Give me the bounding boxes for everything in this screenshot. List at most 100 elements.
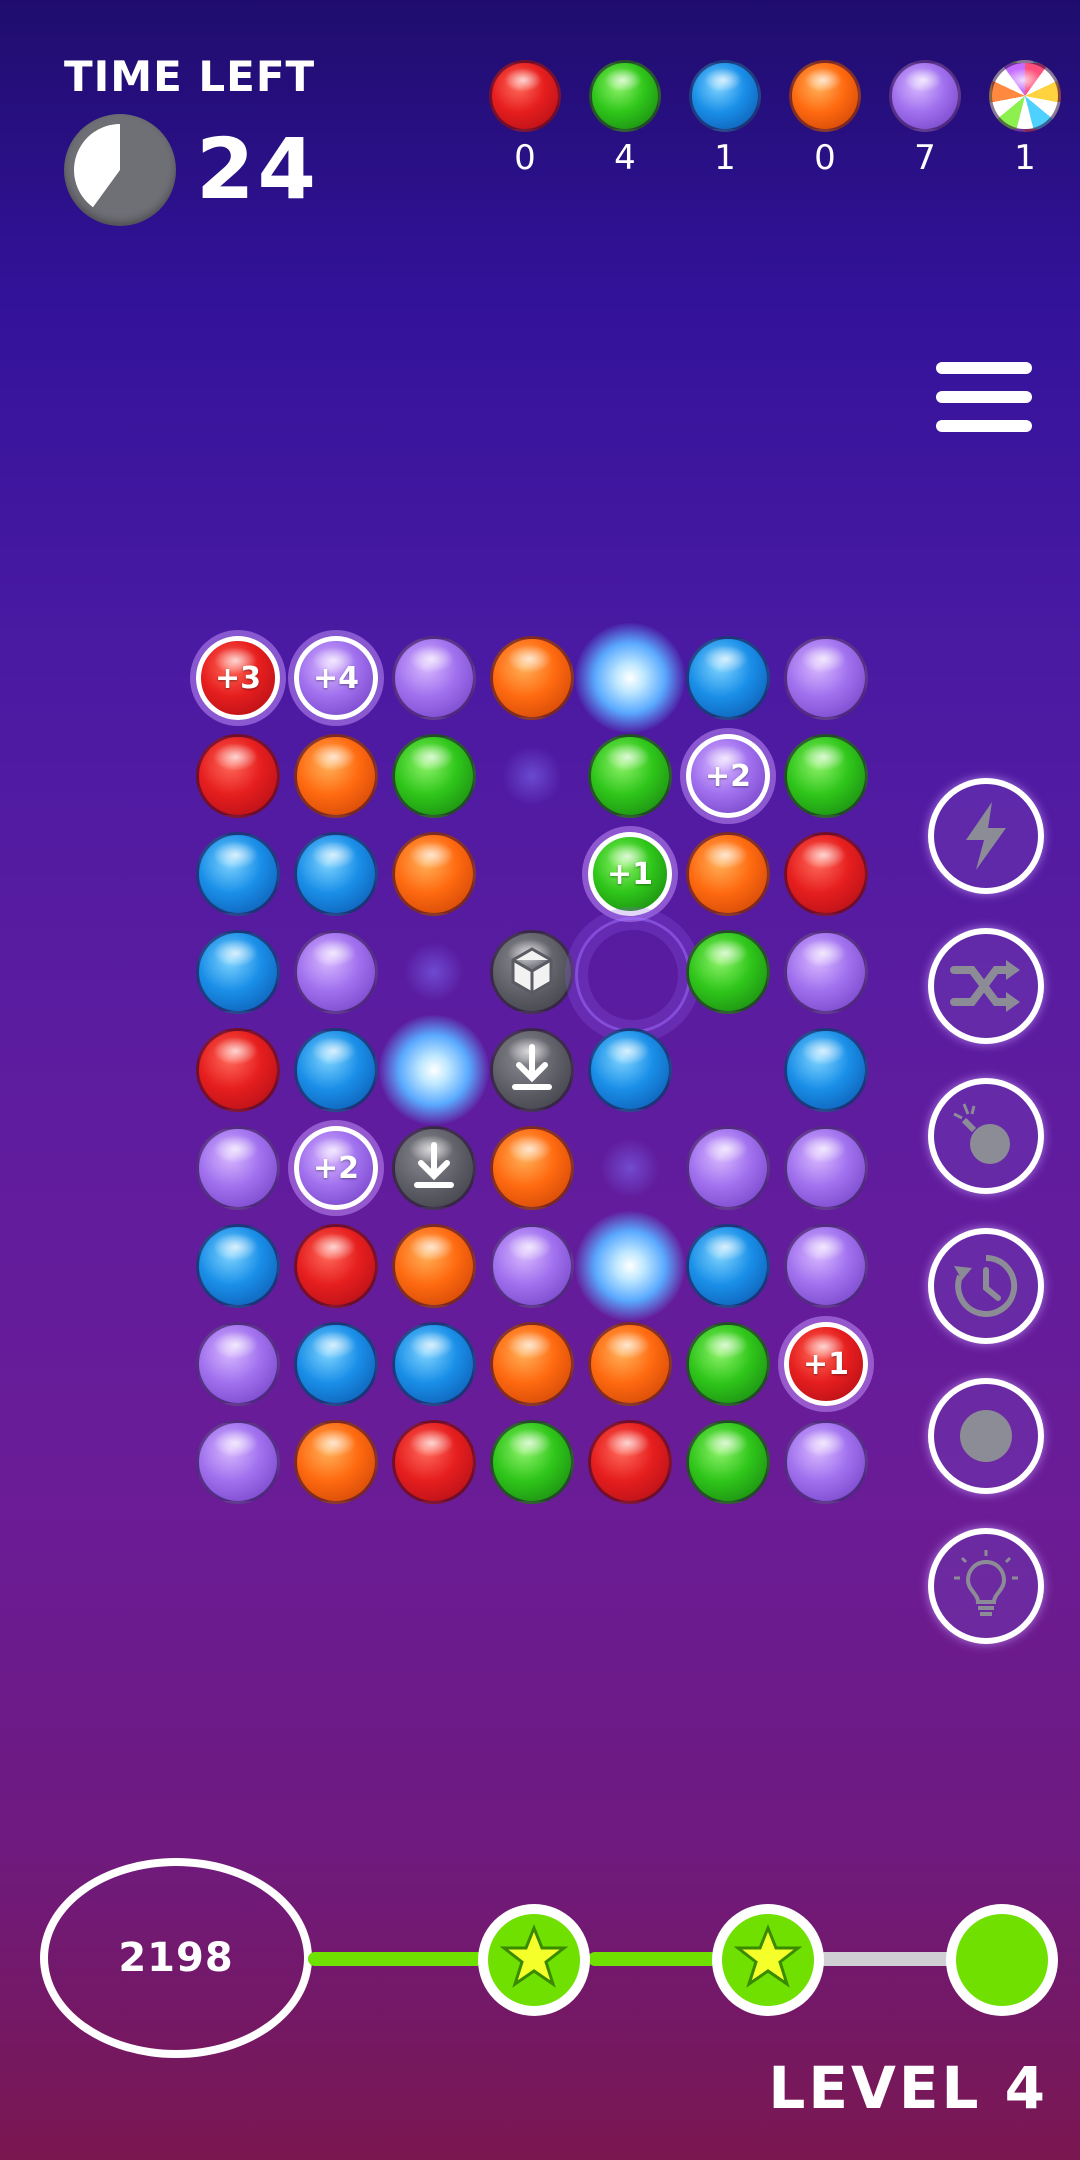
board-cell-orange[interactable] bbox=[490, 636, 574, 720]
board-cell-red[interactable] bbox=[196, 1028, 280, 1112]
board-cell-purple[interactable] bbox=[784, 1224, 868, 1308]
purple-ball bbox=[294, 930, 378, 1014]
powerup-dot[interactable] bbox=[928, 1378, 1044, 1494]
board-cell-sparkle[interactable] bbox=[575, 1211, 685, 1321]
board-cell-purple[interactable]: +2 bbox=[686, 734, 770, 818]
powerup-time[interactable] bbox=[928, 1228, 1044, 1344]
board-cell-green[interactable] bbox=[490, 1420, 574, 1504]
board-cell-blue[interactable] bbox=[588, 1028, 672, 1112]
red-ball: +1 bbox=[784, 1322, 868, 1406]
board-cell-red[interactable] bbox=[784, 832, 868, 916]
red-ball bbox=[784, 832, 868, 916]
counter-candy: 1 bbox=[980, 60, 1070, 178]
board-cell-orange[interactable] bbox=[490, 1322, 574, 1406]
hamburger-menu-icon[interactable] bbox=[936, 362, 1032, 434]
board-cell-red[interactable]: +1 bbox=[784, 1322, 868, 1406]
purple-ball-icon bbox=[889, 60, 961, 132]
board-cell-blue[interactable] bbox=[294, 1322, 378, 1406]
collect-counters: 0 4 1 0 7 1 bbox=[480, 60, 1080, 180]
green-ball: +1 bbox=[588, 832, 672, 916]
board-cell-purple[interactable]: +4 bbox=[294, 636, 378, 720]
board-cell-orange[interactable] bbox=[392, 832, 476, 916]
board-cell-orange[interactable] bbox=[294, 734, 378, 818]
board-cell-red[interactable]: +3 bbox=[196, 636, 280, 720]
powerup-shuffle[interactable] bbox=[928, 928, 1044, 1044]
board-cell-purple[interactable] bbox=[196, 1126, 280, 1210]
board-cell-red[interactable] bbox=[392, 1420, 476, 1504]
board-cell-empty[interactable] bbox=[392, 930, 476, 1014]
purple-ball bbox=[784, 1126, 868, 1210]
board-cell-vortex[interactable] bbox=[575, 917, 691, 1033]
board-cell-blue[interactable] bbox=[294, 1028, 378, 1112]
blue-ball bbox=[686, 636, 770, 720]
purple-ball: +2 bbox=[294, 1126, 378, 1210]
board-cell-green[interactable] bbox=[686, 1420, 770, 1504]
blue-ball-icon bbox=[689, 60, 761, 132]
progress-segment-2 bbox=[588, 1952, 718, 1966]
board-cell-orange[interactable] bbox=[686, 832, 770, 916]
orange-ball bbox=[294, 1420, 378, 1504]
red-ball bbox=[294, 1224, 378, 1308]
green-ball bbox=[588, 734, 672, 818]
board-cell-purple[interactable] bbox=[784, 1126, 868, 1210]
counter-orange: 0 bbox=[780, 60, 870, 178]
board-cell-orange[interactable] bbox=[294, 1420, 378, 1504]
board-cell-blue[interactable] bbox=[294, 832, 378, 916]
purple-ball bbox=[392, 636, 476, 720]
purple-ball: +4 bbox=[294, 636, 378, 720]
board-cell-purple[interactable]: +2 bbox=[294, 1126, 378, 1210]
board-cell-green[interactable] bbox=[686, 930, 770, 1014]
board-cell-red[interactable] bbox=[196, 734, 280, 818]
powerup-lightning[interactable] bbox=[928, 778, 1044, 894]
board-cell-sparkle[interactable] bbox=[379, 1015, 489, 1125]
glow-particle bbox=[502, 746, 562, 806]
board-cell-blue[interactable] bbox=[686, 636, 770, 720]
board-cell-drop[interactable] bbox=[490, 1028, 574, 1112]
board-cell-purple[interactable] bbox=[784, 1420, 868, 1504]
board-cell-red[interactable] bbox=[294, 1224, 378, 1308]
board-cell-purple[interactable] bbox=[686, 1126, 770, 1210]
score-value: 2198 bbox=[118, 1935, 234, 1981]
purple-ball bbox=[196, 1322, 280, 1406]
powerup-hint[interactable] bbox=[928, 1528, 1044, 1644]
board-cell-purple[interactable] bbox=[490, 1224, 574, 1308]
board-cell-blue[interactable] bbox=[784, 1028, 868, 1112]
board-cell-blue[interactable] bbox=[686, 1224, 770, 1308]
board-cell-empty[interactable] bbox=[588, 1126, 672, 1210]
board-cell-green[interactable] bbox=[392, 734, 476, 818]
board-cell-red[interactable] bbox=[588, 1420, 672, 1504]
board-cell-drop[interactable] bbox=[392, 1126, 476, 1210]
board-cell-blue[interactable] bbox=[196, 832, 280, 916]
board-cell-blue[interactable] bbox=[196, 1224, 280, 1308]
board-cell-blue[interactable] bbox=[196, 930, 280, 1014]
board-cell-purple[interactable] bbox=[294, 930, 378, 1014]
board-cell-purple[interactable] bbox=[784, 930, 868, 1014]
counter-red-value: 0 bbox=[514, 138, 536, 178]
orange-ball bbox=[490, 636, 574, 720]
board-cell-purple[interactable] bbox=[196, 1322, 280, 1406]
lightbulb-icon bbox=[954, 1550, 1018, 1616]
board-cell-purple[interactable] bbox=[784, 636, 868, 720]
lightning-icon bbox=[966, 802, 1006, 870]
board-cell-green[interactable] bbox=[588, 734, 672, 818]
board-cell-blue[interactable] bbox=[392, 1322, 476, 1406]
board-cell-green[interactable] bbox=[686, 1322, 770, 1406]
board-cell-orange[interactable] bbox=[392, 1224, 476, 1308]
orange-ball-icon bbox=[789, 60, 861, 132]
board-cell-sparkle[interactable] bbox=[575, 623, 685, 733]
board-cell-empty[interactable] bbox=[686, 1028, 770, 1112]
progress-segment-3 bbox=[818, 1952, 958, 1966]
board-cell-green[interactable]: +1 bbox=[588, 832, 672, 916]
board-cell-green[interactable] bbox=[784, 734, 868, 818]
green-ball bbox=[392, 734, 476, 818]
board-cell-orange[interactable] bbox=[588, 1322, 672, 1406]
board-cell-orange[interactable] bbox=[490, 1126, 574, 1210]
board-cell-cube[interactable] bbox=[490, 930, 574, 1014]
board-cell-purple[interactable] bbox=[196, 1420, 280, 1504]
powerup-bomb[interactable] bbox=[928, 1078, 1044, 1194]
sparkle-burst-icon bbox=[575, 623, 685, 733]
board-cell-empty[interactable] bbox=[490, 734, 574, 818]
board-cell-purple[interactable] bbox=[392, 636, 476, 720]
counter-green: 4 bbox=[580, 60, 670, 178]
board-cell-empty[interactable] bbox=[490, 832, 574, 916]
